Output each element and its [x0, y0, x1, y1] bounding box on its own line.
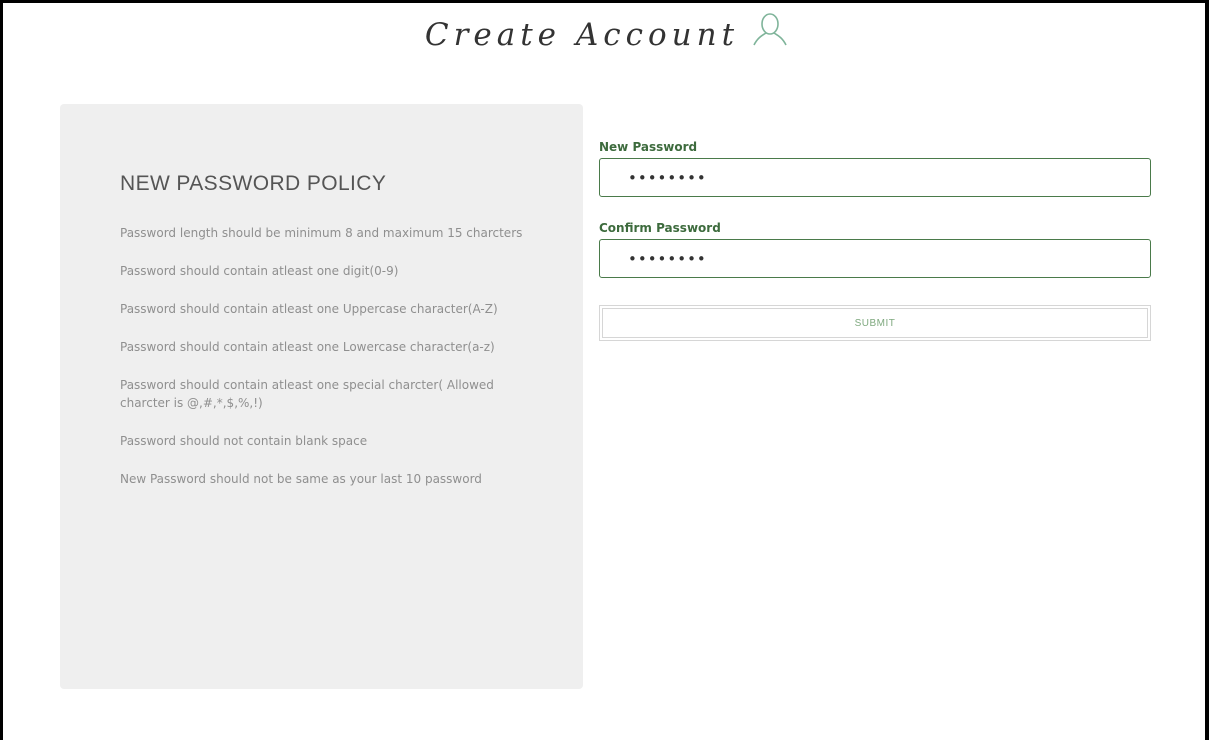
- page-header: Create Account: [3, 13, 1209, 65]
- policy-item-digit: Password should contain atleast one digi…: [120, 264, 399, 278]
- submit-button[interactable]: SUBMIT: [602, 308, 1148, 338]
- policy-item-uppercase: Password should contain atleast one Uppe…: [120, 302, 498, 316]
- policy-item-length: Password length should be minimum 8 and …: [120, 226, 523, 240]
- policy-item-special: Password should contain atleast one spec…: [120, 378, 494, 410]
- policy-list: Password length should be minimum 8 and …: [120, 224, 530, 508]
- policy-item-lowercase: Password should contain atleast one Lowe…: [120, 340, 495, 354]
- policy-item-blank-space: Password should not contain blank space: [120, 434, 368, 448]
- policy-title: NEW PASSWORD POLICY: [120, 172, 387, 195]
- confirm-password-label: Confirm Password: [599, 221, 721, 235]
- page-title: Create Account: [424, 17, 740, 53]
- page-frame: Create Account NEW PASSWORD POLICY Passw…: [0, 0, 1209, 740]
- confirm-password-field[interactable]: [599, 239, 1151, 278]
- user-icon: [750, 9, 790, 49]
- policy-item-history: New Password should not be same as your …: [120, 472, 482, 486]
- new-password-label: New Password: [599, 140, 698, 154]
- new-password-field[interactable]: [599, 158, 1151, 197]
- password-form: New Password Confirm Password SUBMIT: [599, 140, 1151, 341]
- submit-button-wrapper: SUBMIT: [599, 305, 1151, 341]
- password-policy-panel: NEW PASSWORD POLICY Password length shou…: [60, 104, 583, 689]
